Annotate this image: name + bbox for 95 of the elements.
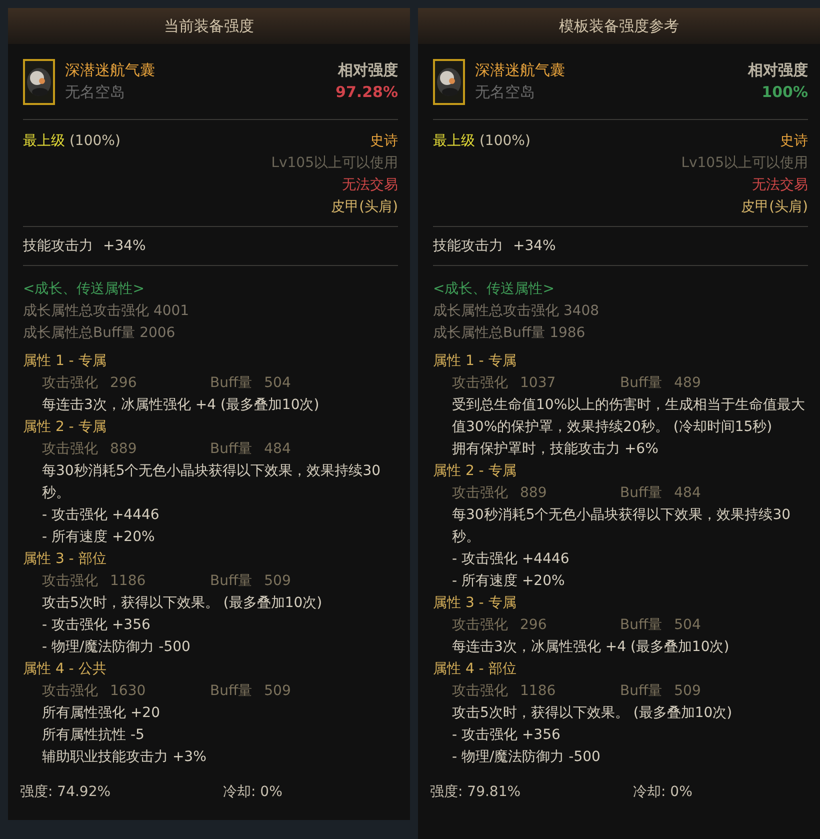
effect-text: - 所有速度 +20% [41, 528, 156, 547]
effect-text: 攻击5次时，获得以下效果。 (最多叠加10次) [41, 594, 324, 613]
stat-value: 509 [674, 682, 701, 701]
stat-label: Buff量 [620, 682, 662, 701]
stat-label: 攻击强化 [452, 616, 508, 635]
effect-text: - 攻击强化 +356 [451, 726, 562, 745]
strength-value: 强度: 79.81% [430, 783, 522, 802]
effect-text: 受到总生命值10%以上的伤害时，生成相当于生命值最大值30%的保护罩，效果持续20秒。 (冷却时间15秒) [451, 396, 806, 437]
rarity-text: 史诗 [780, 132, 808, 151]
stat-label: Buff量 [620, 484, 662, 503]
growth-line: 成长属性总攻击强化 4001 [23, 302, 190, 321]
stat-value: 296 [520, 616, 547, 635]
stat-value: 889 [110, 440, 137, 459]
skill-value: +34% [103, 237, 146, 256]
growth-line: 成长属性总Buff量 2006 [23, 324, 176, 343]
stat-label: Buff量 [210, 374, 252, 393]
relative-strength-value: 100% [762, 82, 808, 103]
stat-label: Buff量 [210, 682, 252, 701]
stat-value: 1630 [110, 682, 146, 701]
attribute-title: 属性 1 - 专属 [433, 352, 516, 371]
stat-label: 攻击强化 [452, 682, 508, 701]
stat-value: 1186 [110, 572, 146, 591]
panel-title: 当前装备强度 [164, 16, 254, 37]
relative-strength-label: 相对强度 [748, 60, 808, 81]
panel-title: 模板装备强度参考 [559, 16, 679, 37]
effect-text: - 攻击强化 +356 [41, 616, 152, 635]
stat-label: Buff量 [210, 572, 252, 591]
stat-value: 489 [674, 374, 701, 393]
grade-text: 最上级 (100%) [23, 132, 120, 151]
cooldown-value: 冷却: 0% [633, 783, 692, 802]
growth-line: 成长属性总攻击强化 3408 [433, 302, 600, 321]
attribute-title: 属性 3 - 部位 [23, 550, 106, 569]
stat-label: 攻击强化 [42, 374, 98, 393]
cooldown-value: 冷却: 0% [223, 783, 282, 802]
effect-text: 每连击3次，冰属性强化 +4 (最多叠加10次) [451, 638, 730, 657]
effect-text: 每连击3次，冰属性强化 +4 (最多叠加10次) [41, 396, 320, 415]
skill-value: +34% [513, 237, 556, 256]
stat-label: Buff量 [620, 616, 662, 635]
attribute-title: 属性 4 - 部位 [433, 660, 516, 679]
skill-label: 技能攻击力 [23, 237, 93, 256]
stat-label: Buff量 [210, 440, 252, 459]
stat-label: 攻击强化 [452, 484, 508, 503]
growth-header: <成长、传送属性> [23, 280, 144, 299]
effect-text: - 攻击强化 +4446 [451, 550, 570, 569]
growth-line: 成长属性总Buff量 1986 [433, 324, 586, 343]
skill-label: 技能攻击力 [433, 237, 503, 256]
item-icon [23, 59, 55, 105]
attribute-title: 属性 1 - 专属 [23, 352, 106, 371]
attribute-title: 属性 4 - 公共 [23, 660, 106, 679]
effect-text: 所有属性抗性 -5 [41, 726, 146, 745]
stat-value: 296 [110, 374, 137, 393]
item-name: 深潜迷航气囊 [475, 60, 565, 81]
grade-text: 最上级 (100%) [433, 132, 530, 151]
trade-status: 无法交易 [342, 176, 398, 195]
stat-label: 攻击强化 [42, 682, 98, 701]
stat-label: 攻击强化 [42, 440, 98, 459]
level-requirement: Lv105以上可以使用 [681, 154, 808, 173]
stat-value: 1037 [520, 374, 556, 393]
trade-status: 无法交易 [752, 176, 808, 195]
equipment-type: 皮甲(头肩) [741, 198, 808, 217]
effect-text: 每30秒消耗5个无色小晶块获得以下效果，效果持续30秒。 [41, 462, 382, 503]
effect-text: 每30秒消耗5个无色小晶块获得以下效果，效果持续30秒。 [451, 506, 792, 547]
strength-value: 强度: 74.92% [20, 783, 112, 802]
stat-value: 504 [264, 374, 291, 393]
stat-value: 509 [264, 572, 291, 591]
effect-text: 攻击5次时，获得以下效果。 (最多叠加10次) [451, 704, 734, 723]
rarity-text: 史诗 [370, 132, 398, 151]
attribute-title: 属性 2 - 专属 [23, 418, 106, 437]
relative-strength-label: 相对强度 [338, 60, 398, 81]
stat-value: 889 [520, 484, 547, 503]
effect-text: 辅助职业技能攻击力 +3% [41, 748, 208, 767]
stat-label: 攻击强化 [452, 374, 508, 393]
equipment-type: 皮甲(头肩) [331, 198, 398, 217]
effect-text: 拥有保护罩时，技能攻击力 +6% [451, 440, 660, 459]
item-name: 深潜迷航气囊 [65, 60, 155, 81]
effect-text: - 攻击强化 +4446 [41, 506, 160, 525]
item-source: 无名空岛 [65, 82, 125, 103]
attribute-title: 属性 2 - 专属 [433, 462, 516, 481]
effect-text: 所有属性强化 +20 [41, 704, 161, 723]
stat-value: 484 [674, 484, 701, 503]
stat-value: 509 [264, 682, 291, 701]
growth-header: <成长、传送属性> [433, 280, 554, 299]
stat-value: 504 [674, 616, 701, 635]
stat-label: 攻击强化 [42, 572, 98, 591]
stat-value: 1186 [520, 682, 556, 701]
stat-value: 484 [264, 440, 291, 459]
level-requirement: Lv105以上可以使用 [271, 154, 398, 173]
effect-text: - 物理/魔法防御力 -500 [451, 748, 602, 767]
effect-text: - 物理/魔法防御力 -500 [41, 638, 192, 657]
effect-text: - 所有速度 +20% [451, 572, 566, 591]
attribute-title: 属性 3 - 专属 [433, 594, 516, 613]
stat-label: Buff量 [620, 374, 662, 393]
item-source: 无名空岛 [475, 82, 535, 103]
item-icon [433, 59, 465, 105]
relative-strength-value: 97.28% [336, 82, 398, 103]
